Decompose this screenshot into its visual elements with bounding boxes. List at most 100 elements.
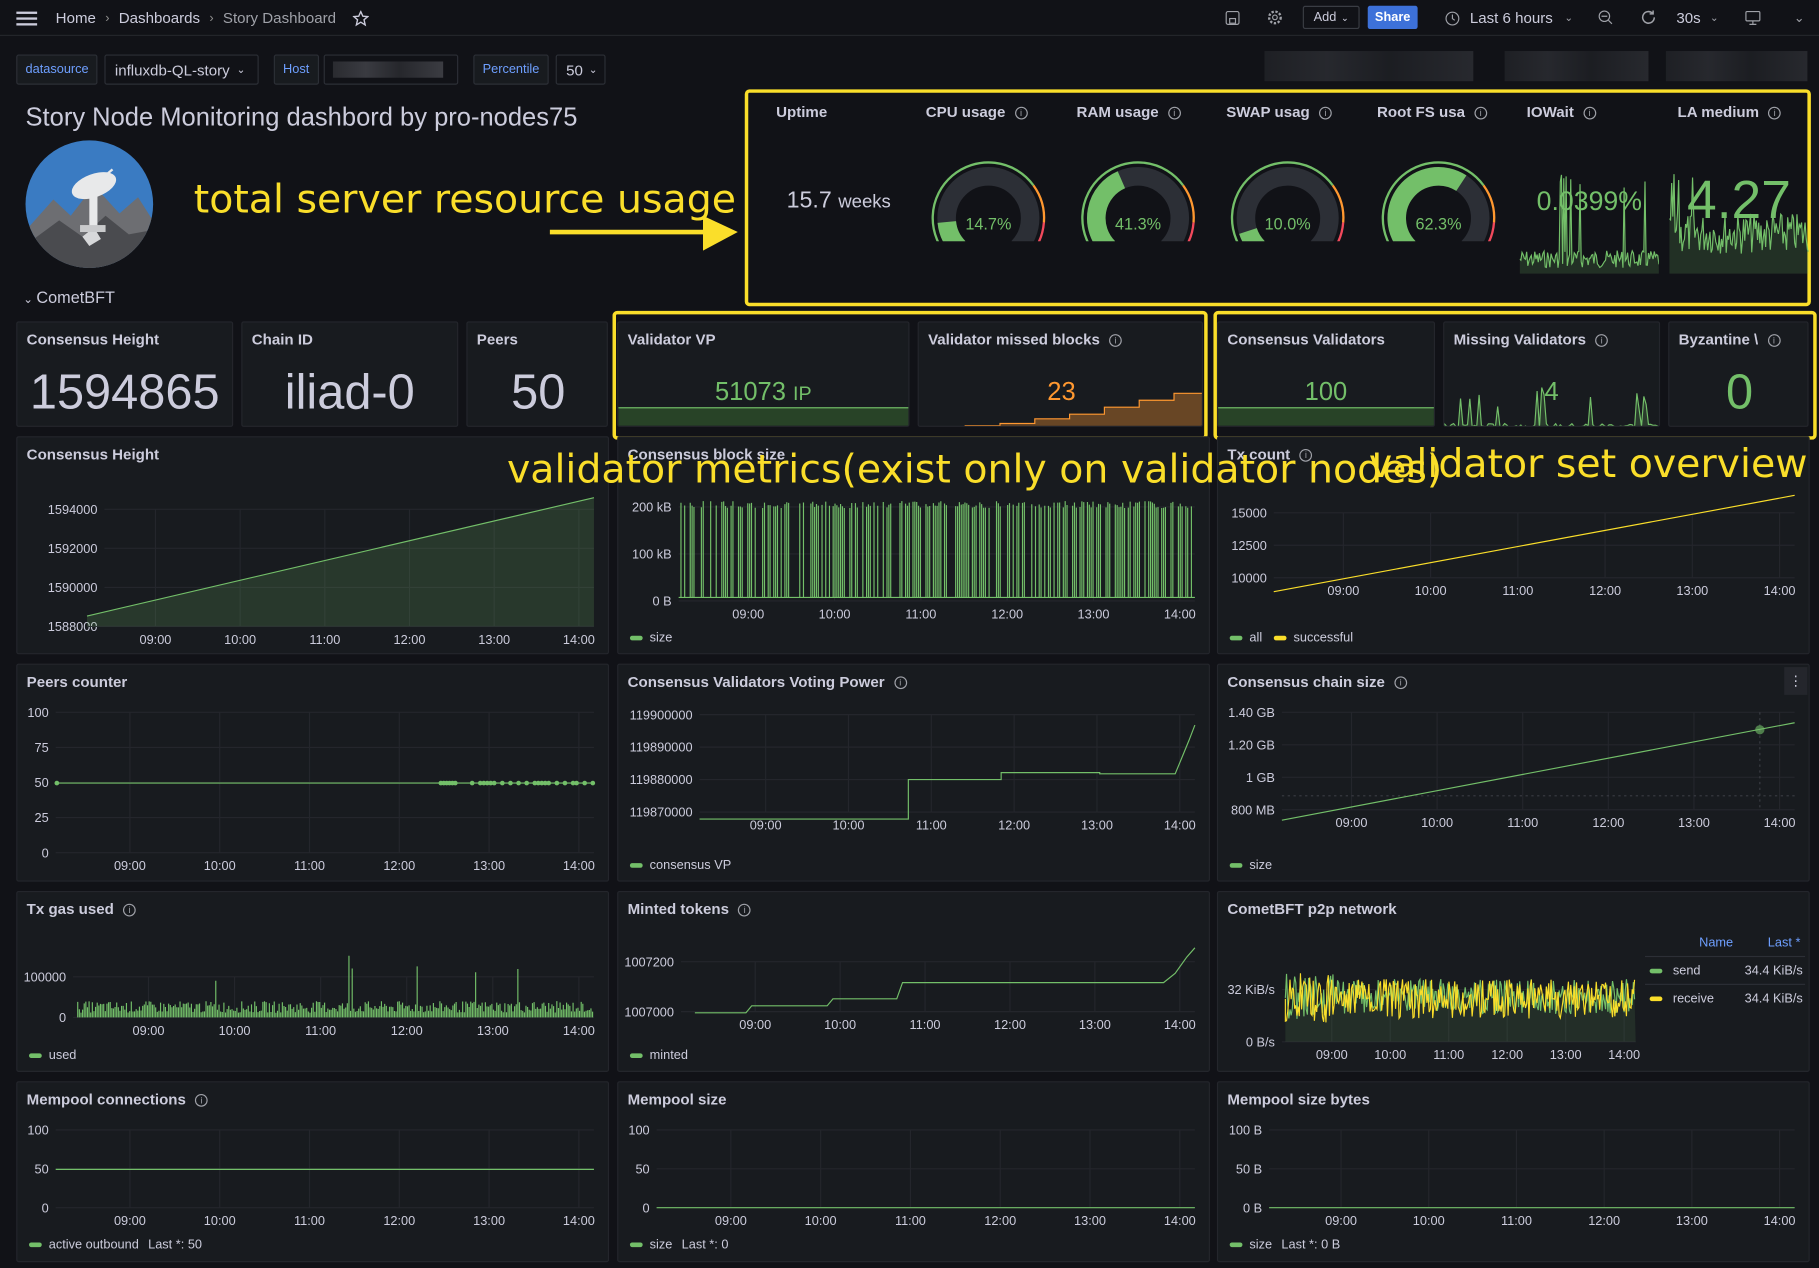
x-tick-label: 10:00 [1374,1047,1406,1062]
x-tick-label: 10:00 [819,606,851,621]
x-tick-label: 13:00 [478,632,510,647]
dashboard-title: Story Node Monitoring dashbord by pro-no… [25,102,578,132]
info-icon[interactable]: i [1583,106,1596,120]
time-range-picker[interactable]: Last 6 hours ⌄ [1444,0,1573,36]
x-tick-label: 09:00 [114,858,146,873]
x-tick-label: 13:00 [1676,1213,1708,1228]
x-tick-label: 14:00 [1608,1047,1640,1062]
x-tick-label: 10:00 [805,1213,837,1228]
legend-item[interactable]: consensus VP [629,858,731,872]
legend-header-name[interactable]: Name [1645,936,1733,950]
legend-header-last[interactable]: Last * [1733,936,1801,950]
chevron-down-icon[interactable]: ⌄ [1789,8,1810,27]
y-tick-label: 0 [42,1200,49,1215]
clock-icon [1445,11,1460,25]
legend-item[interactable]: size Last *: 0 [629,1238,728,1252]
mempool-bytes-chart: 100 B 50 B 0 B 09:00 10:00 11:00 12:00 13:00 14:… [1229,1123,1796,1228]
x-tick-label: 14:00 [563,858,595,873]
info-icon[interactable]: i [1319,106,1332,120]
panel-mempool-connections: Mempool connections i 100 50 0 09:00 10:00 11:… [16,1081,610,1263]
datasource-variable-label: datasource [16,54,98,85]
satellite-dish-logo [25,140,154,268]
legend-item[interactable]: active outbound Last *: 50 [29,1238,202,1252]
x-tick-label: 13:00 [1078,606,1110,621]
y-tick-label: 50 [635,1161,649,1176]
y-tick-label: 50 B [1236,1161,1262,1176]
refresh-interval-picker[interactable]: 30s ⌄ [1676,0,1718,36]
star-icon[interactable] [352,9,369,26]
x-tick-label: 13:00 [1676,583,1708,598]
legend-item[interactable]: all successful [1229,631,1353,645]
stat-consensus-height: Consensus Height 1594865 [16,321,234,427]
x-tick-label: 13:00 [1079,1017,1111,1032]
y-tick-label: 1592000 [48,541,98,556]
gear-icon[interactable] [1264,8,1285,27]
menu-icon[interactable] [16,0,39,36]
y-tick-label: 100 [27,1123,48,1138]
x-tick-label: 14:00 [1764,815,1796,830]
legend-item[interactable]: size Last *: 0 B [1229,1238,1340,1252]
y-tick-label: 800 MB [1231,802,1275,817]
gas-used-chart: 100000 0 09:00 10:00 11:00 12:00 13:00 14:00 [24,955,595,1038]
row-cometbft[interactable]: ⌄ CometBFT [23,288,115,307]
series-point [554,780,560,786]
x-tick-label: 14:00 [1764,1213,1796,1228]
x-tick-label: 10:00 [1421,815,1453,830]
x-tick-label: 14:00 [1164,1213,1196,1228]
rootfs-title: Root FS usa i [1377,103,1488,121]
panel-title: Chain ID [251,330,313,349]
legend-item[interactable]: used [29,1049,76,1063]
x-tick-label: 11:00 [294,858,325,873]
rootfs-value: 62.3% [1415,214,1462,234]
legend-row-send[interactable]: send 34.4 KiB/s [1645,964,1805,978]
info-icon[interactable]: i [1014,106,1028,120]
series-line [699,724,1196,820]
y-tick-label: 50 [35,775,49,790]
zoom-out-icon[interactable] [1595,8,1616,27]
y-tick-label: 119880000 [630,772,693,787]
y-tick-label: 75 [35,740,49,755]
percentile-select[interactable]: 50 ⌄ [555,54,606,85]
validator-set-highlight-box [1213,310,1817,440]
ram-value: 41.3% [1115,214,1162,234]
share-button[interactable]: Share [1367,5,1418,30]
y-tick-label: 0 [643,1200,650,1215]
series-line [694,947,1196,1014]
x-tick-label: 12:00 [994,1017,1026,1032]
info-icon[interactable]: i [1768,106,1782,120]
chevron-right-icon: › [105,11,110,25]
y-tick-label: 100 kB [632,547,672,562]
breadcrumb-current: Story Dashboard [222,9,337,27]
datasource-select[interactable]: influxdb-QL-story ⌄ [104,54,259,85]
legend-item[interactable]: size [1229,858,1272,872]
x-tick-label: 10:00 [204,858,236,873]
y-tick-label: 0 B/s [1246,1034,1275,1049]
y-tick-label: 32 KiB/s [1227,982,1274,997]
y-tick-label: 0 B [653,594,672,609]
add-button[interactable]: Add ⌄ [1302,5,1360,30]
legend-item[interactable]: minted [629,1049,688,1063]
legend-row-receive[interactable]: receive 34.4 KiB/s [1645,992,1805,1006]
x-tick-label: 10:00 [1415,583,1447,598]
redacted-area [1665,51,1808,82]
legend-item[interactable]: size [629,631,672,645]
tv-mode-icon[interactable] [1742,8,1763,27]
series-point [453,780,458,786]
info-icon[interactable]: i [1474,106,1488,120]
series-bars [77,955,594,1018]
breadcrumb-home[interactable]: Home [56,9,96,26]
save-icon[interactable] [1222,8,1243,27]
swap-title: SWAP usag i [1226,103,1332,121]
chevron-down-icon: ⌄ [23,293,33,307]
breadcrumb-dashboards[interactable]: Dashboards [119,9,200,26]
host-select[interactable] [323,54,459,85]
chevron-down-icon: ⌄ [1709,11,1719,24]
x-tick-label: 09:00 [1316,1047,1348,1062]
series-point [524,780,529,786]
y-tick-label: 1594000 [48,502,98,517]
panel-mempool-size: Mempool size 100 50 0 09:00 10:00 11:00 12:00 1… [617,1081,1210,1263]
y-tick-label: 100 B [1229,1123,1262,1138]
y-tick-label: 50 [35,1161,49,1176]
refresh-icon[interactable] [1638,8,1659,27]
info-icon[interactable]: i [1167,106,1181,120]
